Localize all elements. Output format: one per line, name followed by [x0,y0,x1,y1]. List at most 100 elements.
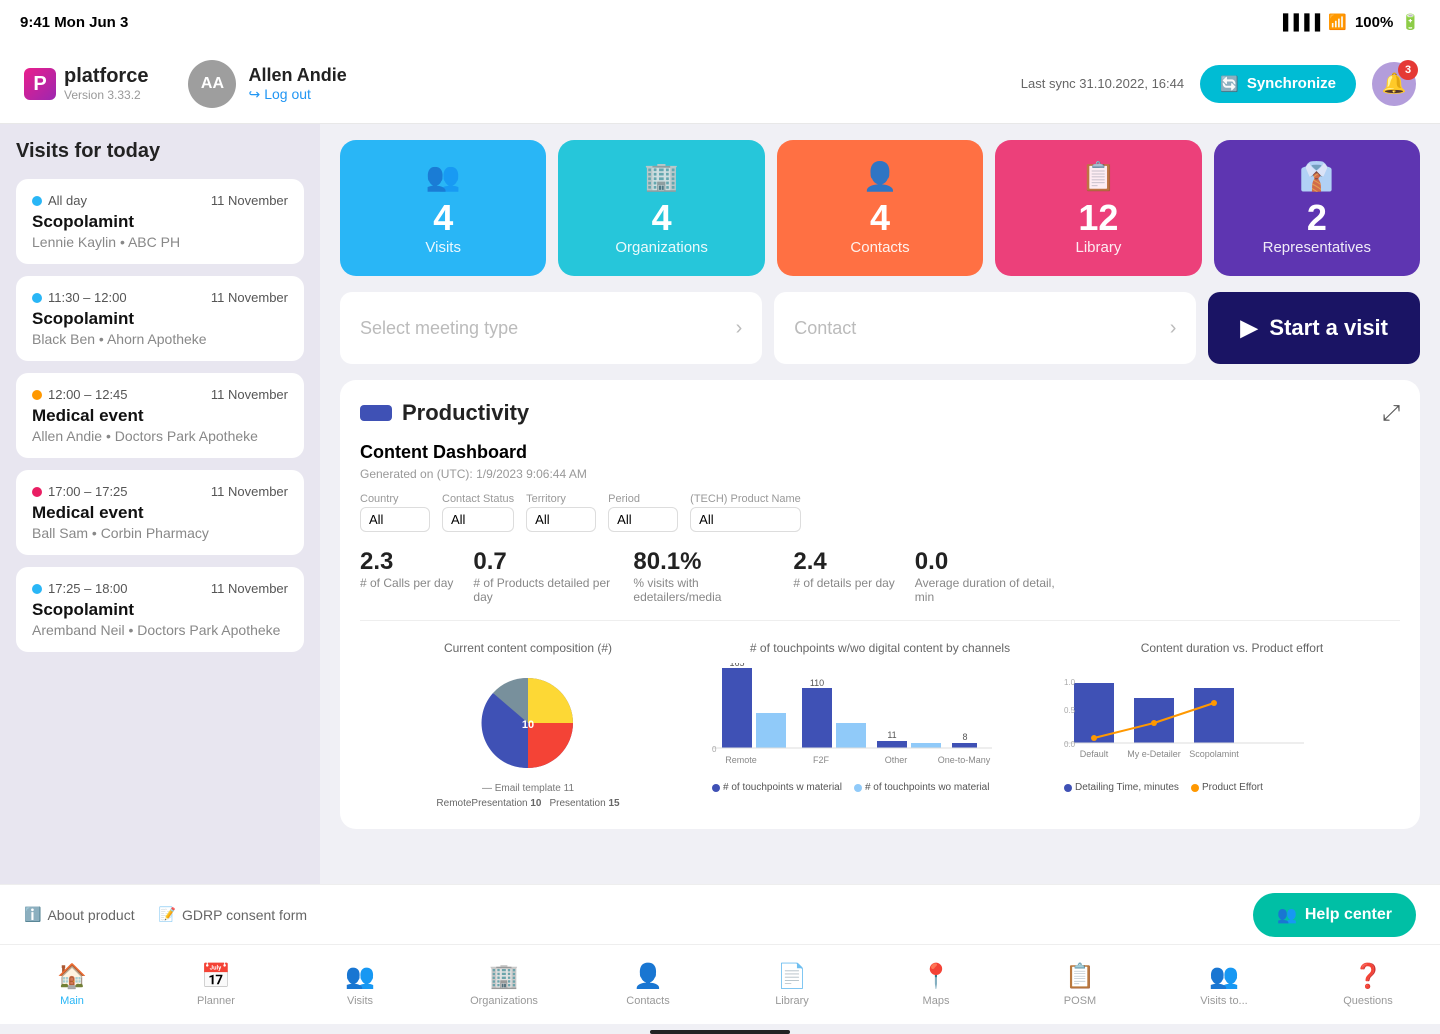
bottom-nav-items: 🏠 Main 📅 Planner 👥 Visits 🏢 Organization… [0,954,1440,1015]
visit-person: Allen Andie • Doctors Park Apotheke [32,428,288,444]
svg-text:1.0: 1.0 [1064,678,1076,687]
visit-person: Black Ben • Ahorn Apotheke [32,331,288,347]
visits-to-nav-icon: 👥 [1209,962,1239,991]
meeting-chevron-icon: › [736,317,743,340]
visit-card[interactable]: 17:25 – 18:00 11 November Scopolamint Ar… [16,567,304,652]
nav-item-main[interactable]: 🏠 Main [0,954,144,1015]
filter-select[interactable]: All [526,507,596,532]
stat-card-library[interactable]: 📋 12 Library [995,140,1201,276]
filter-label: Period [608,493,678,505]
visit-card[interactable]: 11:30 – 12:00 11 November Scopolamint Bl… [16,276,304,361]
header: P platforce Version 3.33.2 AA Allen Andi… [0,44,1440,124]
posm-nav-icon: 📋 [1065,962,1095,991]
posm-nav-label: POSM [1064,995,1096,1007]
nav-item-posm[interactable]: 📋 POSM [1008,954,1152,1015]
contact-chevron-icon: › [1170,317,1177,340]
start-visit-label: Start a visit [1269,315,1388,341]
filter-period: Period All [608,493,678,532]
stat-card-visits[interactable]: 👥 4 Visits [340,140,546,276]
stat-card-representatives[interactable]: 👔 2 Representatives [1214,140,1420,276]
library-label: Library [1075,239,1121,256]
footer: ℹ️ About product 📝 GDRP consent form 👥 H… [0,884,1440,944]
status-time: 9:41 Mon Jun 3 [20,14,128,31]
visit-person: Ball Sam • Corbin Pharmacy [32,525,288,541]
representatives-number: 2 [1307,197,1327,239]
filter-label: Territory [526,493,596,505]
logo-icon: P [24,68,56,100]
visit-card[interactable]: 12:00 – 12:45 11 November Medical event … [16,373,304,458]
start-visit-button[interactable]: ▶ Start a visit [1208,292,1420,364]
avatar: AA [188,60,236,108]
pie-chart-box: Current content composition (#) 10 — E [360,641,696,809]
visit-card[interactable]: 17:00 – 17:25 11 November Medical event … [16,470,304,555]
svg-text:11: 11 [887,730,896,740]
metric-item: 0.7 # of Products detailed per day [473,548,613,604]
filter-label: (TECH) Product Name [690,493,801,505]
metric-value: 80.1% [633,548,773,576]
nav-item-organizations[interactable]: 🏢 Organizations [432,954,576,1015]
sync-button[interactable]: 🔄 Synchronize [1200,65,1356,103]
organizations-nav-label: Organizations [470,995,538,1007]
stat-card-contacts[interactable]: 👤 4 Contacts [777,140,983,276]
filter--tech--product-name: (TECH) Product Name All [690,493,801,532]
visit-name: Scopolamint [32,309,288,329]
visit-person: Lennie Kaylin • ABC PH [32,234,288,250]
visit-name: Scopolamint [32,600,288,620]
nav-item-visits-to[interactable]: 👥 Visits to... [1152,954,1296,1015]
productivity-title-text: Productivity [402,400,529,426]
signal-icon: ▐▐▐▐ [1278,14,1321,31]
metric-label: # of Products detailed per day [473,576,613,604]
stat-card-organizations[interactable]: 🏢 4 Organizations [558,140,764,276]
nav-item-maps[interactable]: 📍 Maps [864,954,1008,1015]
help-label: Help center [1305,906,1392,924]
visits-icon: 👥 [426,160,461,193]
main-nav-label: Main [60,995,84,1007]
visit-time-label: 17:25 – 18:00 [48,581,128,596]
logout-link[interactable]: ↪ Log out [248,86,346,103]
representatives-label: Representatives [1263,239,1371,256]
visit-date: 11 November [211,290,288,305]
nav-item-visits[interactable]: 👥 Visits [288,954,432,1015]
filter-select[interactable]: All [360,507,430,532]
questions-nav-icon: ❓ [1353,962,1383,991]
nav-item-questions[interactable]: ❓ Questions [1296,954,1440,1015]
help-center-button[interactable]: 👥 Help center [1253,893,1416,937]
header-right: Last sync 31.10.2022, 16:44 🔄 Synchroniz… [1021,62,1416,106]
organizations-label: Organizations [615,239,708,256]
gdpr-label: GDRP consent form [182,907,307,923]
visits-number: 4 [433,197,453,239]
nav-item-contacts[interactable]: 👤 Contacts [576,954,720,1015]
nav-item-library[interactable]: 📄 Library [720,954,864,1015]
dashboard-title: Content Dashboard [360,442,1400,463]
select-meeting-type[interactable]: Select meeting type › [340,292,762,364]
combined-chart-title: Content duration vs. Product effort [1064,641,1400,655]
visit-card[interactable]: All day 11 November Scopolamint Lennie K… [16,179,304,264]
visit-date: 11 November [211,484,288,499]
visit-time-label: All day [48,193,87,208]
svg-text:0.5: 0.5 [1064,706,1076,715]
filter-select[interactable]: All [690,507,801,532]
notification-button[interactable]: 🔔 3 [1372,62,1416,106]
meeting-row: Select meeting type › Contact › ▶ Start … [340,292,1420,364]
nav-item-planner[interactable]: 📅 Planner [144,954,288,1015]
organizations-icon: 🏢 [644,160,679,193]
visit-date: 11 November [211,581,288,596]
user-info: Allen Andie ↪ Log out [248,65,346,103]
gdpr-link[interactable]: 📝 GDRP consent form [159,906,307,923]
generated-date: 1/9/2023 9:06:44 AM [476,467,587,481]
filter-select[interactable]: All [442,507,514,532]
filter-select[interactable]: All [608,507,678,532]
bar-chart-title: # of touchpoints w/wo digital content by… [712,641,1048,655]
select-contact[interactable]: Contact › [774,292,1196,364]
productivity-header: Productivity ⤢ [360,400,1400,426]
visits-nav-label: Visits [347,995,373,1007]
status-bar: 9:41 Mon Jun 3 ▐▐▐▐ 📶 100% 🔋 [0,0,1440,44]
battery-icon: 🔋 [1401,13,1420,31]
contacts-number: 4 [870,197,890,239]
pie-chart: 10 [458,663,598,783]
visits-nav-icon: 👥 [345,962,375,991]
expand-icon[interactable]: ⤢ [1382,400,1400,426]
about-product-link[interactable]: ℹ️ About product [24,906,135,923]
productivity-title: Productivity [360,400,529,426]
metric-label: # of details per day [793,576,894,590]
